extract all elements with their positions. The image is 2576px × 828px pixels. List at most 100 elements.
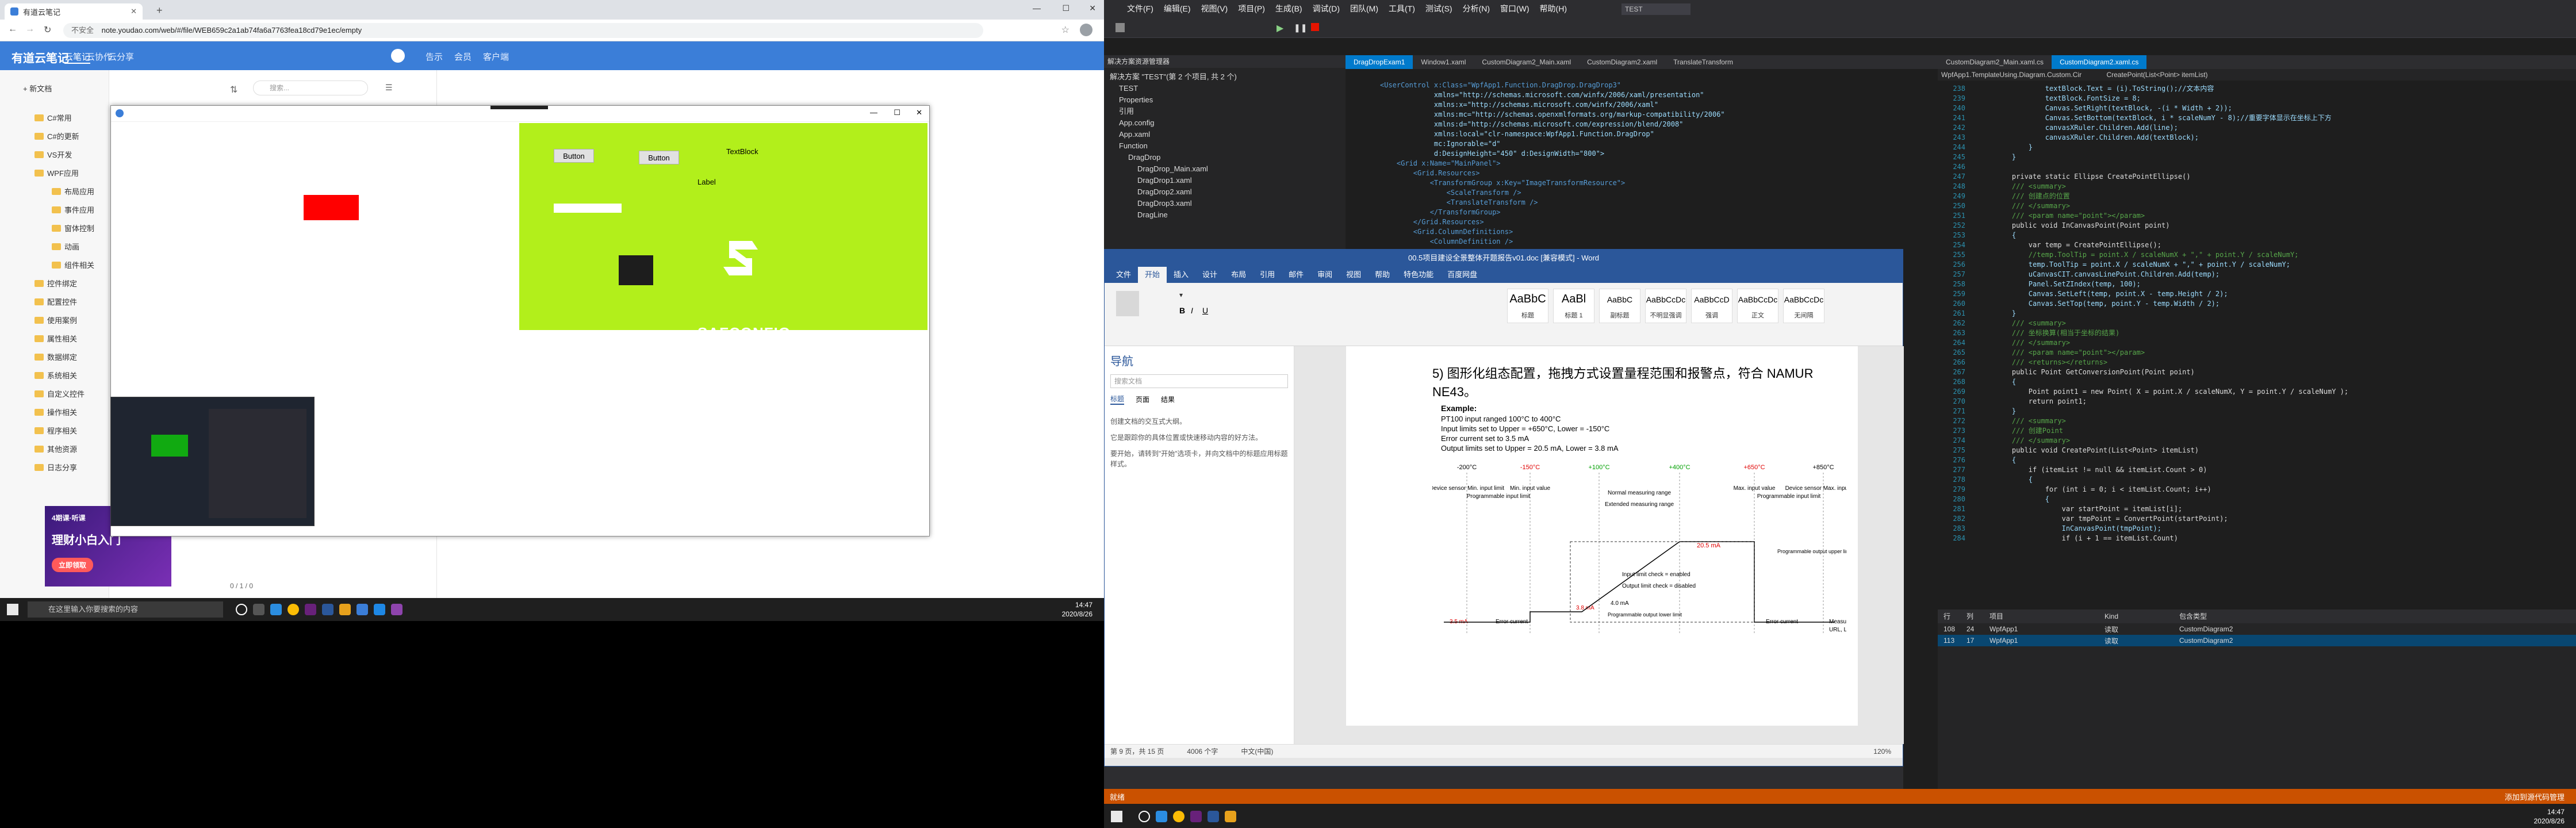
maximize-icon[interactable]: ☐ [1062,3,1070,13]
solution-item[interactable]: DragDrop [1110,152,1346,163]
editor-tab[interactable]: TranslateTransform [1665,55,1741,69]
new-doc-button[interactable]: + 新文档 [23,83,52,94]
edge-icon[interactable] [270,604,282,615]
font-name-dropdown[interactable]: ▾ [1179,291,1183,299]
start-icon-right[interactable] [1111,811,1122,822]
page-count[interactable]: 第 9 页，共 15 页 [1110,746,1164,756]
taskbar-search[interactable]: 在这里输入你要搜索的内容 [28,601,223,618]
youdao-icon[interactable] [356,604,368,615]
clock-right[interactable]: 14:47 2020/8/26 [2534,807,2564,826]
nav-tab-headings[interactable]: 标题 [1110,394,1125,405]
vs-menu-item[interactable]: 测试(S) [1425,3,1452,14]
tree-folder[interactable]: 控件绑定 [34,278,77,289]
editor-tab[interactable]: DragDropExam1 [1346,55,1413,69]
vs-menu-item[interactable]: 团队(M) [1350,3,1378,14]
editor-tab[interactable]: CustomDiagram2_Main.xaml.cs [1938,55,2052,69]
vs-icon-right[interactable] [1190,811,1202,822]
solution-item[interactable]: 解决方案 "TEST"(第 2 个项目, 共 2 个) [1110,71,1346,83]
vs-menu-item[interactable]: 编辑(E) [1164,3,1191,14]
word-ribbon-tab[interactable]: 邮件 [1282,267,1310,283]
profile-avatar[interactable] [1080,24,1092,36]
tree-folder[interactable]: 属性相关 [34,333,77,344]
wpf-button-2[interactable]: Button [639,151,679,164]
results-column-header[interactable]: Kind [2104,610,2179,623]
close-window-icon[interactable]: ✕ [1089,3,1096,13]
tree-folder[interactable]: WPF应用 [34,167,79,178]
vs-menu-item[interactable]: 帮助(H) [1540,3,1567,14]
star-icon[interactable]: ☆ [1061,24,1070,36]
view-toggle-icon[interactable]: ☰ [385,83,393,93]
minimize-icon[interactable]: — [1033,3,1041,13]
start-debug-icon[interactable]: ▶ [1276,22,1283,34]
vs-search[interactable]: TEST [1621,3,1690,15]
back-icon[interactable]: ← [8,24,17,34]
taskbar-preview-thumbnail[interactable] [110,397,315,526]
italic-icon[interactable]: I [1191,306,1193,315]
close-tab-icon[interactable]: ✕ [131,7,137,16]
address-bar[interactable]: 不安全 note.youdao.com/web/#/file/WEB659c2a… [63,23,983,38]
taskview-icon[interactable] [253,604,264,615]
tree-folder[interactable]: 窗体控制 [52,223,94,233]
results-row[interactable]: 113 17 WpfApp1 读取 CustomDiagram2 [1938,635,2576,646]
bold-icon[interactable]: B [1179,306,1185,315]
underline-icon[interactable]: U [1202,306,1208,315]
zoom-level[interactable]: 120% [1873,747,1891,756]
tree-folder[interactable]: 系统相关 [34,370,77,381]
vs-menu-item[interactable]: 项目(P) [1238,3,1265,14]
link-member[interactable]: 会员 [454,51,471,63]
tab-cloud-share[interactable]: 云分享 [108,51,134,63]
app-maximize-icon[interactable]: ☐ [894,108,900,117]
cortana-icon-right[interactable] [1138,811,1150,822]
solution-item[interactable]: DragDrop3.xaml [1110,198,1346,209]
tree-folder[interactable]: 操作相关 [34,407,77,417]
tree-folder[interactable]: 其他资源 [34,443,77,454]
style-6[interactable]: AaBbCcDc 无间隔 [1783,289,1824,323]
style-5[interactable]: AaBbCcDc 正文 [1737,289,1778,323]
cortana-icon[interactable] [236,604,247,615]
app-minimize-icon[interactable]: — [870,108,877,117]
results-column-header[interactable]: 包含类型 [2179,610,2294,623]
tree-folder[interactable]: 事件应用 [52,204,94,215]
word-ribbon-tab[interactable]: 布局 [1224,267,1253,283]
solution-item[interactable]: 引用 [1110,106,1346,117]
tree-folder[interactable]: 使用案例 [34,315,77,325]
pause-icon[interactable]: ❚❚ [1294,23,1307,33]
solution-item[interactable]: DragLine [1110,209,1346,221]
tree-folder[interactable]: 自定义控件 [34,388,85,399]
xaml-code[interactable]: <UserControl x:Class="WpfApp1.Function.D… [1380,80,1725,247]
forward-icon[interactable]: → [25,24,34,34]
link-client[interactable]: 客户端 [483,51,509,63]
tree-folder[interactable]: VS开发 [34,149,72,160]
word-ribbon-tab[interactable]: 引用 [1253,267,1282,283]
vs-menu-item[interactable]: 文件(F) [1127,3,1153,14]
search-input[interactable]: 搜索... [253,80,368,95]
language[interactable]: 中文(中国) [1241,746,1273,756]
vs-icon[interactable] [305,604,316,615]
solution-item[interactable]: DragDrop2.xaml [1110,186,1346,198]
source-control-button[interactable]: 添加到源代码管理 [2505,791,2564,802]
tree-folder[interactable]: 日志分享 [34,462,77,473]
solution-item[interactable]: Properties [1110,94,1346,106]
wpf-button-1[interactable]: Button [554,149,594,163]
results-row[interactable]: 108 24 WpfApp1 读取 CustomDiagram2 [1938,623,2576,635]
user-avatar[interactable] [391,49,405,63]
tree-folder[interactable]: 数据绑定 [34,351,77,362]
app-icon-taskbar[interactable] [374,604,385,615]
solution-item[interactable]: DragDrop1.xaml [1110,175,1346,186]
new-tab-icon[interactable]: + [156,5,163,17]
style-3[interactable]: AaBbCcDc 不明显强调 [1645,289,1686,323]
word-ribbon-tab[interactable]: 帮助 [1368,267,1397,283]
white-textbox[interactable] [554,204,622,213]
word-ribbon-tab[interactable]: 审阅 [1310,267,1339,283]
tree-folder[interactable]: 动画 [52,241,79,252]
vs-menu-item[interactable]: 生成(B) [1275,3,1302,14]
results-column-header[interactable]: 行 [1943,610,1966,623]
app-close-icon[interactable]: ✕ [916,108,922,117]
tree-folder[interactable]: 程序相关 [34,425,77,436]
word-count[interactable]: 4006 个字 [1187,746,1218,756]
tree-folder[interactable]: C#的更新 [34,131,79,141]
word-ribbon-tab[interactable]: 文件 [1109,267,1138,283]
vs-menu-item[interactable]: 工具(T) [1389,3,1415,14]
tree-folder[interactable]: 配置控件 [34,296,77,307]
word-icon[interactable] [322,604,334,615]
